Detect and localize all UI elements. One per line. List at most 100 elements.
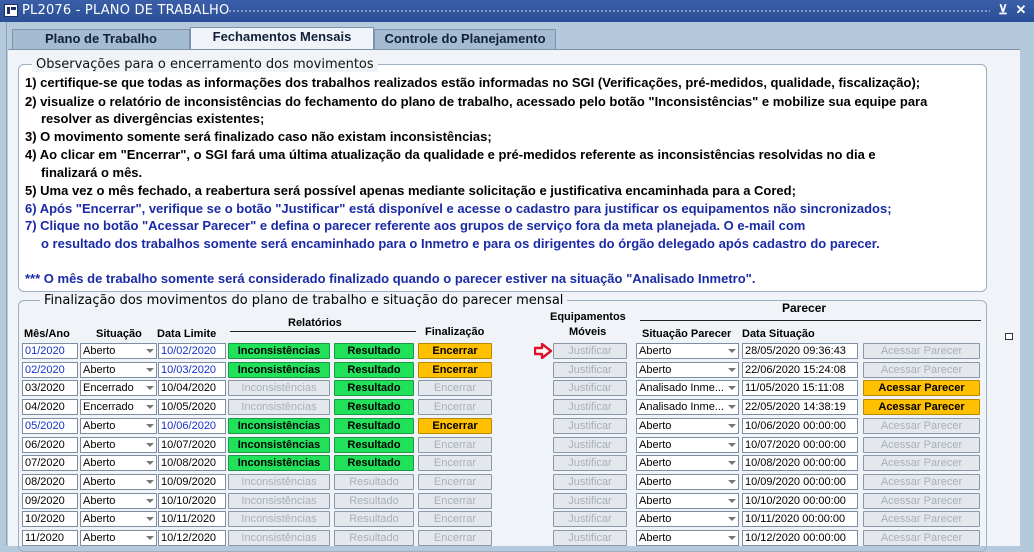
situacao-select[interactable]: Aberto bbox=[80, 455, 157, 471]
situacao-select-value: Aberto bbox=[83, 345, 116, 357]
situacao-parecer-select[interactable]: Aberto bbox=[636, 455, 739, 471]
situacao-select[interactable]: Aberto bbox=[80, 418, 157, 434]
situacao-parecer-select[interactable]: Aberto bbox=[636, 511, 739, 527]
justificar-button: Justificar bbox=[553, 418, 627, 434]
resultado-button[interactable]: Resultado bbox=[334, 399, 414, 415]
situacao-select[interactable]: Aberto bbox=[80, 474, 157, 490]
situacao-parecer-select[interactable]: Aberto bbox=[636, 493, 739, 509]
resultado-button[interactable]: Resultado bbox=[334, 455, 414, 471]
encerrar-button[interactable]: Encerrar bbox=[418, 343, 492, 359]
inconsistencias-button[interactable]: Inconsistências bbox=[228, 343, 330, 359]
resultado-button: Resultado bbox=[334, 530, 414, 546]
situacao-select[interactable]: Aberto bbox=[80, 493, 157, 509]
header-data-limite: Data Limite bbox=[157, 328, 217, 340]
tab-fechamentos-mensais[interactable]: Fechamentos Mensais bbox=[190, 27, 374, 50]
tab-controle-do-planejamento[interactable]: Controle do Planejamento bbox=[374, 29, 556, 49]
resultado-button: Resultado bbox=[334, 474, 414, 490]
inconsistencias-button[interactable]: Inconsistências bbox=[228, 418, 330, 434]
observation-line: 3) O movimento somente será finalizado c… bbox=[25, 129, 492, 144]
observation-line-blue: 7) Clique no botão "Acessar Parecer" e d… bbox=[25, 218, 806, 233]
situacao-parecer-select[interactable]: Aberto bbox=[636, 437, 739, 453]
data-situacao-field: 10/06/2020 00:00:00 bbox=[742, 418, 858, 434]
situacao-select[interactable]: Aberto bbox=[80, 511, 157, 527]
dropdown-arrow-icon[interactable] bbox=[728, 349, 736, 353]
observation-line: resolver as divergências existentes; bbox=[41, 111, 265, 126]
dropdown-arrow-icon[interactable] bbox=[728, 443, 736, 447]
situacao-parecer-select[interactable]: Aberto bbox=[636, 343, 739, 359]
situacao-parecer-select[interactable]: Aberto bbox=[636, 474, 739, 490]
situacao-select[interactable]: Encerrado bbox=[80, 399, 157, 415]
dropdown-arrow-icon[interactable] bbox=[146, 461, 154, 465]
situacao-select[interactable]: Encerrado bbox=[80, 380, 157, 396]
situacao-select[interactable]: Aberto bbox=[80, 530, 157, 546]
acessar-parecer-button[interactable]: Acessar Parecer bbox=[863, 380, 980, 396]
dropdown-arrow-icon[interactable] bbox=[728, 536, 736, 540]
header-data-situacao: Data Situação bbox=[742, 328, 815, 340]
dropdown-arrow-icon[interactable] bbox=[146, 349, 154, 353]
justificar-button: Justificar bbox=[553, 474, 627, 490]
encerrar-button[interactable]: Encerrar bbox=[418, 418, 492, 434]
situacao-parecer-select[interactable]: Analisado Inme... bbox=[636, 380, 739, 396]
justificar-button: Justificar bbox=[553, 511, 627, 527]
header-relatorios: Relatórios bbox=[288, 317, 342, 329]
inconsistencias-button[interactable]: Inconsistências bbox=[228, 455, 330, 471]
dropdown-arrow-icon[interactable] bbox=[146, 386, 154, 390]
mes-ano-field: 09/2020 bbox=[22, 493, 78, 509]
relatorios-divider bbox=[230, 331, 416, 332]
header-parecer: Parecer bbox=[782, 301, 827, 315]
dropdown-arrow-icon[interactable] bbox=[728, 386, 736, 390]
resultado-button[interactable]: Resultado bbox=[334, 380, 414, 396]
dropdown-arrow-icon[interactable] bbox=[146, 480, 154, 484]
dropdown-arrow-icon[interactable] bbox=[146, 424, 154, 428]
dropdown-arrow-icon[interactable] bbox=[728, 424, 736, 428]
situacao-select[interactable]: Aberto bbox=[80, 343, 157, 359]
tab-plano-de-trabalho[interactable]: Plano de Trabalho bbox=[12, 29, 190, 49]
dropdown-arrow-icon[interactable] bbox=[728, 517, 736, 521]
data-situacao-field: 10/09/2020 00:00:00 bbox=[742, 474, 858, 490]
acessar-parecer-button[interactable]: Acessar Parecer bbox=[863, 399, 980, 415]
situacao-select[interactable]: Aberto bbox=[80, 437, 157, 453]
resultado-button[interactable]: Resultado bbox=[334, 437, 414, 453]
mes-ano-field: 01/2020 bbox=[22, 343, 78, 359]
dropdown-arrow-icon[interactable] bbox=[728, 405, 736, 409]
dropdown-arrow-icon[interactable] bbox=[728, 499, 736, 503]
situacao-parecer-select[interactable]: Aberto bbox=[636, 362, 739, 378]
dropdown-arrow-icon[interactable] bbox=[146, 536, 154, 540]
close-button[interactable]: ✕ bbox=[1014, 3, 1028, 17]
dropdown-arrow-icon[interactable] bbox=[146, 405, 154, 409]
data-limite-field: 10/05/2020 bbox=[158, 399, 226, 415]
section-title: Finalização dos movimentos do plano de t… bbox=[40, 293, 568, 308]
situacao-parecer-select[interactable]: Analisado Inme... bbox=[636, 399, 739, 415]
situacao-select-value: Encerrado bbox=[83, 382, 134, 394]
resultado-button[interactable]: Resultado bbox=[334, 362, 414, 378]
titlebar-pattern bbox=[228, 9, 990, 14]
encerrar-button: Encerrar bbox=[418, 493, 492, 509]
scroll-marker[interactable] bbox=[1005, 333, 1013, 340]
inconsistencias-button[interactable]: Inconsistências bbox=[228, 437, 330, 453]
situacao-parecer-select-value: Analisado Inme... bbox=[639, 382, 724, 394]
inconsistencias-button[interactable]: Inconsistências bbox=[228, 362, 330, 378]
dropdown-arrow-icon[interactable] bbox=[146, 368, 154, 372]
dropdown-arrow-icon[interactable] bbox=[728, 368, 736, 372]
encerrar-button: Encerrar bbox=[418, 511, 492, 527]
dropdown-arrow-icon[interactable] bbox=[146, 517, 154, 521]
situacao-select-value: Aberto bbox=[83, 420, 116, 432]
restore-button[interactable]: ⊻ bbox=[996, 3, 1010, 17]
situacao-select[interactable]: Aberto bbox=[80, 362, 157, 378]
dropdown-arrow-icon[interactable] bbox=[146, 499, 154, 503]
data-situacao-field: 10/08/2020 00:00:00 bbox=[742, 455, 858, 471]
observation-line: 5) Uma vez o mês fechado, a reabertura s… bbox=[25, 183, 796, 198]
justificar-button: Justificar bbox=[553, 362, 627, 378]
situacao-parecer-select-value: Aberto bbox=[639, 345, 672, 357]
resultado-button[interactable]: Resultado bbox=[334, 343, 414, 359]
situacao-parecer-select[interactable]: Aberto bbox=[636, 530, 739, 546]
inconsistencias-button: Inconsistências bbox=[228, 380, 330, 396]
dropdown-arrow-icon[interactable] bbox=[728, 480, 736, 484]
header-mes-ano: Mês/Ano bbox=[24, 328, 70, 340]
dropdown-arrow-icon[interactable] bbox=[146, 443, 154, 447]
justificar-button: Justificar bbox=[553, 437, 627, 453]
situacao-parecer-select[interactable]: Aberto bbox=[636, 418, 739, 434]
dropdown-arrow-icon[interactable] bbox=[728, 461, 736, 465]
resultado-button[interactable]: Resultado bbox=[334, 418, 414, 434]
encerrar-button[interactable]: Encerrar bbox=[418, 362, 492, 378]
